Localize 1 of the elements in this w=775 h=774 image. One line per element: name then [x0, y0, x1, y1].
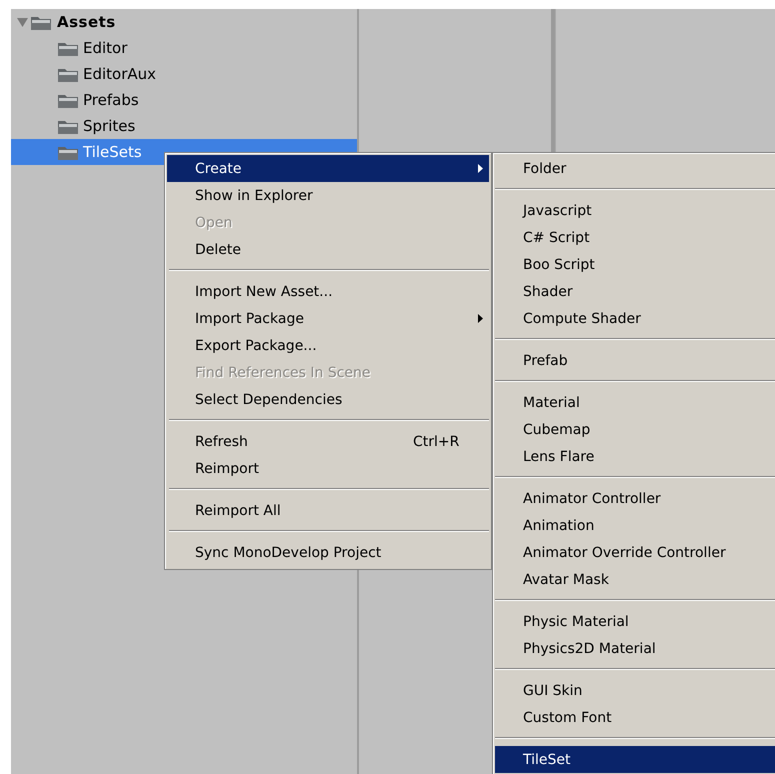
- shortcut-label: Ctrl+R: [413, 434, 460, 450]
